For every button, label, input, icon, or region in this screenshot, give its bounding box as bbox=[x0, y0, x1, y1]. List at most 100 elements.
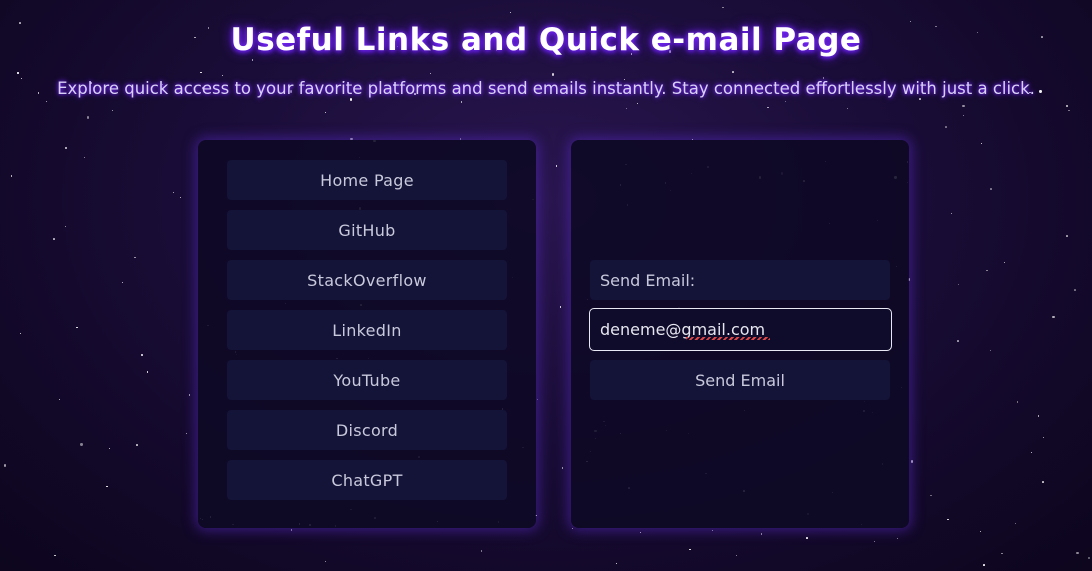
star bbox=[767, 106, 769, 108]
star bbox=[251, 59, 254, 61]
star bbox=[19, 333, 21, 335]
link-youtube[interactable]: YouTube bbox=[227, 360, 507, 400]
link-chatgpt[interactable]: ChatGPT bbox=[227, 460, 507, 500]
star bbox=[639, 531, 642, 534]
star bbox=[944, 126, 947, 128]
star bbox=[989, 350, 991, 352]
star bbox=[957, 340, 959, 342]
star bbox=[910, 460, 914, 463]
star bbox=[721, 6, 724, 9]
star bbox=[200, 71, 202, 73]
star bbox=[626, 107, 628, 110]
page-title: Useful Links and Quick e-mail Page bbox=[230, 22, 862, 58]
star bbox=[1043, 436, 1045, 438]
star bbox=[1014, 522, 1017, 525]
send-email-button[interactable]: Send Email bbox=[590, 360, 890, 400]
star bbox=[172, 191, 174, 193]
star bbox=[54, 555, 56, 557]
star bbox=[1087, 556, 1090, 560]
star bbox=[1065, 104, 1069, 108]
star bbox=[556, 165, 558, 167]
star bbox=[179, 196, 182, 199]
star bbox=[1030, 452, 1032, 454]
star bbox=[146, 371, 149, 373]
star bbox=[979, 530, 982, 533]
email-input[interactable] bbox=[589, 308, 892, 351]
star bbox=[1001, 552, 1003, 555]
star bbox=[80, 443, 83, 446]
email-panel: Send Email: Send Email bbox=[571, 140, 909, 528]
star bbox=[561, 467, 564, 469]
star bbox=[688, 548, 691, 551]
star bbox=[732, 71, 734, 73]
star bbox=[1037, 415, 1040, 417]
star bbox=[64, 146, 67, 150]
star bbox=[140, 353, 144, 357]
star bbox=[1074, 289, 1076, 291]
star bbox=[133, 256, 136, 259]
star bbox=[108, 447, 110, 449]
star bbox=[111, 109, 114, 112]
star bbox=[615, 563, 618, 565]
send-email-label: Send Email: bbox=[590, 260, 890, 300]
star bbox=[560, 306, 562, 308]
star bbox=[76, 326, 78, 329]
link-discord[interactable]: Discord bbox=[227, 410, 507, 450]
star bbox=[4, 464, 7, 467]
star bbox=[84, 156, 86, 158]
star bbox=[981, 143, 983, 145]
star bbox=[86, 116, 90, 119]
star bbox=[136, 444, 139, 446]
link-github[interactable]: GitHub bbox=[227, 210, 507, 250]
star bbox=[957, 284, 960, 286]
star bbox=[930, 494, 932, 497]
star bbox=[481, 550, 483, 552]
star bbox=[186, 432, 188, 435]
star bbox=[537, 398, 539, 400]
link-stackoverflow[interactable]: StackOverflow bbox=[227, 260, 507, 300]
star bbox=[983, 564, 985, 566]
star bbox=[1041, 481, 1044, 483]
star bbox=[962, 114, 965, 116]
links-panel: Home Page GitHub StackOverflow LinkedIn … bbox=[198, 140, 536, 528]
star bbox=[509, 12, 511, 14]
star bbox=[188, 394, 191, 397]
star bbox=[106, 486, 108, 488]
star bbox=[45, 101, 47, 103]
star bbox=[572, 528, 574, 530]
star bbox=[552, 73, 555, 76]
star bbox=[989, 188, 992, 190]
star bbox=[1016, 400, 1019, 403]
star bbox=[1052, 315, 1055, 319]
star bbox=[325, 560, 327, 562]
star bbox=[947, 518, 949, 521]
star bbox=[1068, 109, 1071, 112]
star bbox=[53, 238, 55, 240]
link-home-page[interactable]: Home Page bbox=[227, 160, 507, 200]
star bbox=[122, 281, 124, 284]
star bbox=[460, 101, 463, 103]
star bbox=[1076, 551, 1079, 555]
star bbox=[846, 107, 849, 110]
star bbox=[897, 537, 899, 539]
star bbox=[873, 540, 875, 543]
star bbox=[10, 175, 13, 177]
star bbox=[429, 72, 431, 75]
star bbox=[350, 98, 353, 101]
star bbox=[324, 112, 326, 114]
star bbox=[711, 529, 714, 532]
link-linkedin[interactable]: LinkedIn bbox=[227, 310, 507, 350]
star bbox=[65, 226, 67, 228]
star bbox=[1004, 261, 1006, 263]
star bbox=[760, 533, 763, 535]
star bbox=[58, 398, 60, 400]
star bbox=[1066, 235, 1068, 237]
star bbox=[986, 269, 988, 272]
star bbox=[962, 104, 965, 108]
star bbox=[291, 529, 293, 531]
star bbox=[221, 74, 224, 77]
star bbox=[806, 537, 808, 539]
star bbox=[17, 72, 19, 74]
star bbox=[785, 100, 787, 102]
page-subtitle: Explore quick access to your favorite pl… bbox=[57, 79, 1035, 98]
